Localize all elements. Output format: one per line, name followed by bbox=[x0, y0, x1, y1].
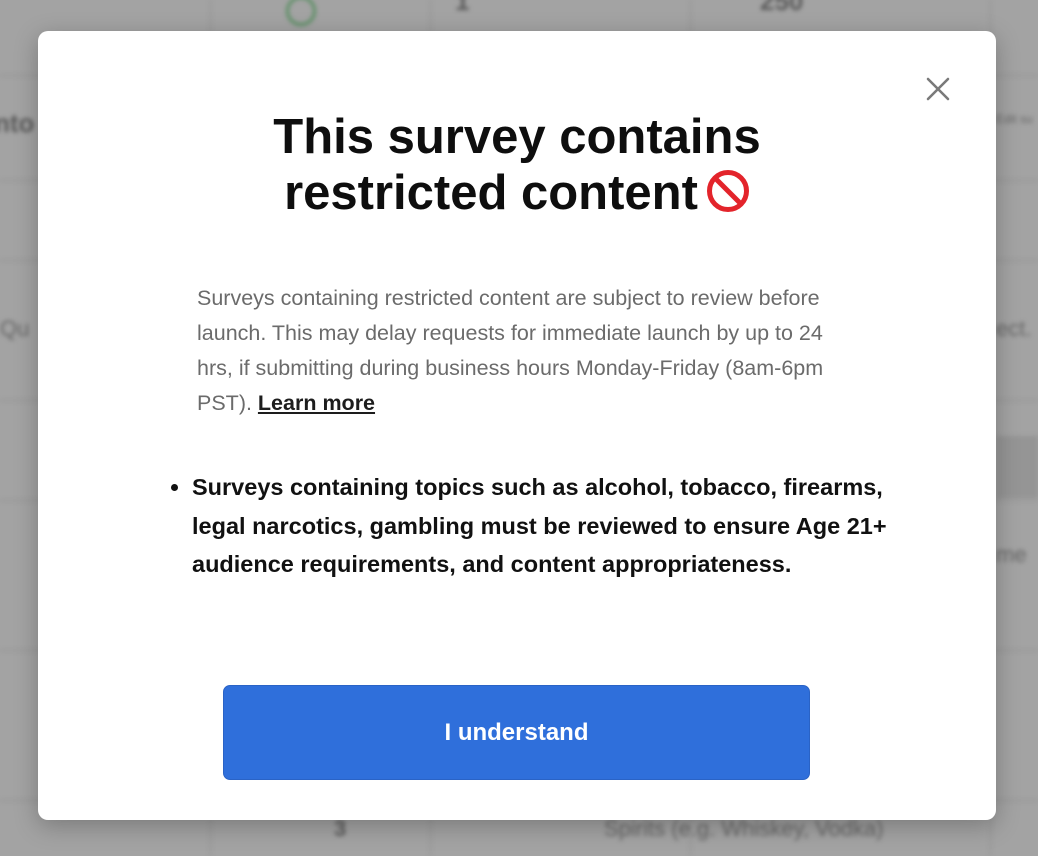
bg-fragment: me bbox=[996, 542, 1027, 567]
bg-fragment: nto bbox=[0, 108, 35, 138]
modal-description: Surveys containing restricted content ar… bbox=[197, 281, 837, 421]
restricted-content-modal: This survey contains restricted content … bbox=[38, 31, 996, 820]
title-line-2-wrap: restricted content bbox=[38, 165, 996, 221]
title-line-1: This survey contains bbox=[273, 110, 761, 164]
modal-title: This survey contains restricted content bbox=[38, 109, 996, 221]
close-button[interactable] bbox=[918, 69, 958, 109]
close-icon bbox=[926, 77, 950, 101]
bg-count: 1 bbox=[455, 0, 470, 16]
learn-more-link[interactable]: Learn more bbox=[258, 391, 375, 415]
list-item: Surveys containing topics such as alcoho… bbox=[192, 468, 892, 584]
bg-fragment: Qu bbox=[0, 316, 30, 341]
check-circle-icon bbox=[286, 0, 316, 26]
i-understand-button[interactable]: I understand bbox=[223, 685, 810, 780]
requirements-list: Surveys containing topics such as alcoho… bbox=[164, 468, 892, 584]
bg-cell bbox=[996, 436, 1038, 498]
title-line-2: restricted content bbox=[284, 166, 698, 220]
no-entry-icon bbox=[706, 170, 749, 212]
bg-fragment: ect. bbox=[996, 316, 1032, 341]
bg-fragment: Edit su bbox=[996, 112, 1033, 126]
bg-amount: 250 bbox=[760, 0, 804, 16]
